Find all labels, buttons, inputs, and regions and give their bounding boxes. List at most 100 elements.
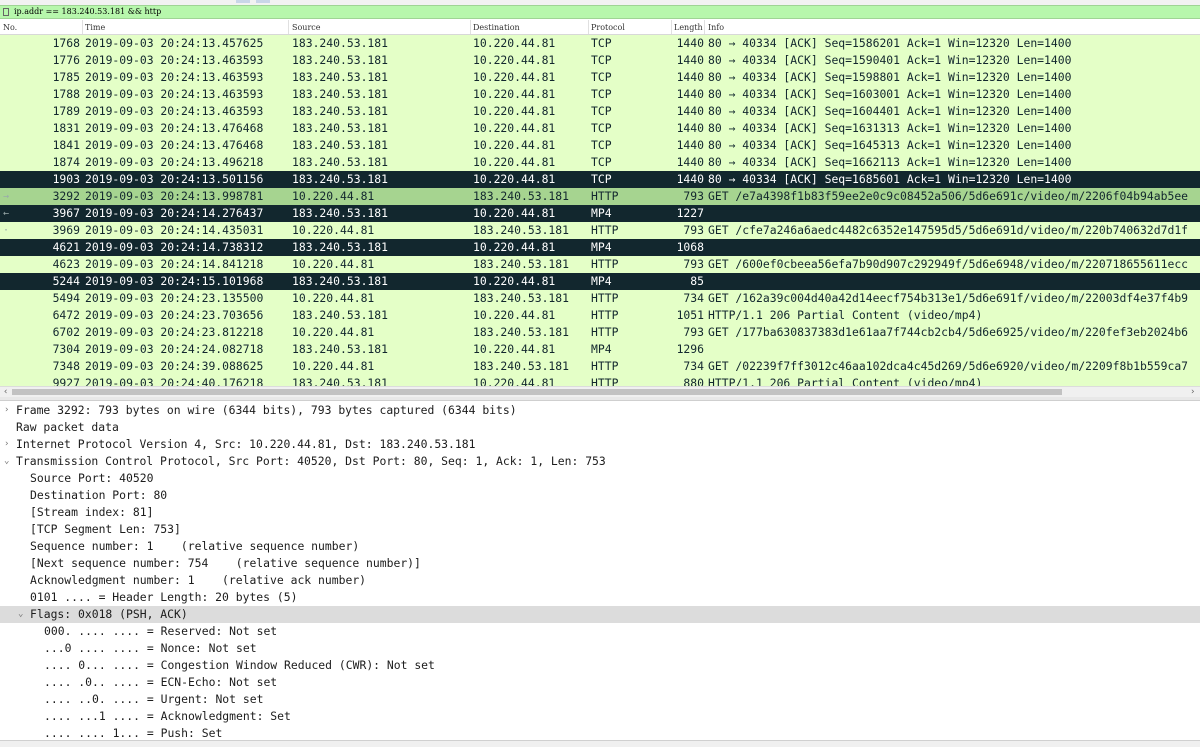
packet-no-cell: 9927 <box>52 376 80 386</box>
packet-no-cell: 4623 <box>52 257 80 271</box>
column-header-no[interactable]: No. <box>3 23 17 32</box>
bookmark-icon[interactable] <box>3 8 9 16</box>
detail-tree-item[interactable]: › Internet Protocol Version 4, Src: 10.22… <box>0 436 1200 453</box>
packet-row[interactable]: 1903 2019-09-03 20:24:13.501156 183.240.53… <box>0 171 1200 188</box>
scrollbar-thumb[interactable] <box>12 389 1062 395</box>
packet-info-cell: 80 → 40334 [ACK] Seq=1603001 Ack=1 Win=1… <box>708 87 1072 101</box>
packet-time-cell: 2019-09-03 20:24:13.463593 <box>85 53 264 67</box>
packet-info-cell: 80 → 40334 [ACK] Seq=1645313 Ack=1 Win=1… <box>708 138 1072 152</box>
scroll-left-icon[interactable]: ‹ <box>3 387 8 397</box>
detail-tree-item[interactable]: .... .0.. .... = ECN-Echo: Not set <box>0 674 1200 691</box>
detail-tree-text: [Next sequence number: 754 (relative seq… <box>30 556 421 570</box>
packet-row[interactable]: 7304 2019-09-03 20:24:24.082718 183.240.53… <box>0 341 1200 358</box>
collapse-arrow-icon[interactable]: › <box>4 402 9 419</box>
collapse-arrow-icon[interactable]: › <box>4 436 9 453</box>
packet-row[interactable]: 6702 2019-09-03 20:24:23.812218 10.220.44.… <box>0 324 1200 341</box>
detail-tree-item[interactable]: Raw packet data <box>0 419 1200 436</box>
detail-tree-item[interactable]: ⌄ Transmission Control Protocol, Src Port… <box>0 453 1200 470</box>
detail-tree-item[interactable]: .... .... 1... = Push: Set <box>0 725 1200 740</box>
column-header-info[interactable]: Info <box>708 23 724 32</box>
column-header-protocol[interactable]: Protocol <box>591 23 625 32</box>
packet-time-cell: 2019-09-03 20:24:23.135500 <box>85 291 264 305</box>
packet-time-cell: 2019-09-03 20:24:23.703656 <box>85 308 264 322</box>
packet-destination-cell: 183.240.53.181 <box>473 223 570 237</box>
packet-row[interactable]: ← 3967 2019-09-03 20:24:14.276437 183.240.5… <box>0 205 1200 222</box>
packet-row[interactable]: · 3969 2019-09-03 20:24:14.435031 10.220.44… <box>0 222 1200 239</box>
detail-tree-item[interactable]: Source Port: 40520 <box>0 470 1200 487</box>
packet-time-cell: 2019-09-03 20:24:40.176218 <box>85 376 264 386</box>
detail-tree-item[interactable]: Sequence number: 1 (relative sequence nu… <box>0 538 1200 555</box>
detail-tree-item[interactable]: 000. .... .... = Reserved: Not set <box>0 623 1200 640</box>
display-filter-input[interactable]: ip.addr == 183.240.53.181 && http <box>14 7 161 16</box>
column-header-destination[interactable]: Destination <box>473 23 520 32</box>
detail-tree-item[interactable]: Acknowledgment number: 1 (relative ack n… <box>0 572 1200 589</box>
packet-info-cell: 80 → 40334 [ACK] Seq=1598801 Ack=1 Win=1… <box>708 70 1072 84</box>
packet-length-cell: 1440 <box>676 87 704 101</box>
toolbar-button[interactable] <box>256 0 270 3</box>
detail-tree-item[interactable]: ...0 .... .... = Nonce: Not set <box>0 640 1200 657</box>
packet-length-cell: 85 <box>690 274 704 288</box>
packet-details-tree[interactable]: › Frame 3292: 793 bytes on wire (6344 bit… <box>0 402 1200 740</box>
packet-no-cell: 1789 <box>52 104 80 118</box>
packet-row[interactable]: 7348 2019-09-03 20:24:39.088625 10.220.44.… <box>0 358 1200 375</box>
packet-time-cell: 2019-09-03 20:24:14.435031 <box>85 223 264 237</box>
column-header-time[interactable]: Time <box>85 23 105 32</box>
detail-tree-item[interactable]: .... 0... .... = Congestion Window Reduc… <box>0 657 1200 674</box>
packet-row[interactable]: 1841 2019-09-03 20:24:13.476468 183.240.53… <box>0 137 1200 154</box>
packet-destination-cell: 10.220.44.81 <box>473 121 556 135</box>
packet-destination-cell: 183.240.53.181 <box>473 359 570 373</box>
packet-row[interactable]: 1831 2019-09-03 20:24:13.476468 183.240.53… <box>0 120 1200 137</box>
expand-arrow-icon[interactable]: ⌄ <box>18 606 23 623</box>
packet-row[interactable]: 5244 2019-09-03 20:24:15.101968 183.240.53… <box>0 273 1200 290</box>
pane-splitter[interactable] <box>0 397 1200 401</box>
packet-destination-cell: 10.220.44.81 <box>473 70 556 84</box>
horizontal-scrollbar[interactable]: ‹ › <box>0 386 1200 397</box>
packet-no-cell: 1785 <box>52 70 80 84</box>
packet-list[interactable]: 1768 2019-09-03 20:24:13.457625 183.240.53… <box>0 35 1200 386</box>
packet-source-cell: 183.240.53.181 <box>292 172 389 186</box>
column-header-source[interactable]: Source <box>292 23 321 32</box>
packet-row[interactable]: 1785 2019-09-03 20:24:13.463593 183.240.53… <box>0 69 1200 86</box>
packet-row[interactable]: 6472 2019-09-03 20:24:23.703656 183.240.53… <box>0 307 1200 324</box>
detail-tree-item[interactable]: Destination Port: 80 <box>0 487 1200 504</box>
packet-row[interactable]: 1788 2019-09-03 20:24:13.463593 183.240.53… <box>0 86 1200 103</box>
packet-destination-cell: 10.220.44.81 <box>473 87 556 101</box>
packet-protocol-cell: TCP <box>591 36 612 50</box>
detail-tree-item[interactable]: ⌄ Flags: 0x018 (PSH, ACK) <box>0 606 1200 623</box>
packet-destination-cell: 10.220.44.81 <box>473 172 556 186</box>
detail-tree-item[interactable]: [Stream index: 81] <box>0 504 1200 521</box>
detail-tree-text: Frame 3292: 793 bytes on wire (6344 bits… <box>16 403 517 417</box>
packet-row[interactable]: 4623 2019-09-03 20:24:14.841218 10.220.44.… <box>0 256 1200 273</box>
toolbar-button[interactable] <box>236 0 250 3</box>
packet-row[interactable]: → 3292 2019-09-03 20:24:13.998781 10.220.44… <box>0 188 1200 205</box>
display-filter-bar[interactable]: ip.addr == 183.240.53.181 && http <box>0 5 1200 19</box>
packet-list-header: No. Time Source Destination Protocol Len… <box>0 20 1200 35</box>
detail-tree-item[interactable]: [TCP Segment Len: 753] <box>0 521 1200 538</box>
packet-source-cell: 10.220.44.81 <box>292 223 375 237</box>
packet-row[interactable]: 1874 2019-09-03 20:24:13.496218 183.240.53… <box>0 154 1200 171</box>
packet-info-cell: 80 → 40334 [ACK] Seq=1586201 Ack=1 Win=1… <box>708 36 1072 50</box>
expand-arrow-icon[interactable]: ⌄ <box>4 453 9 470</box>
packet-row[interactable]: 1789 2019-09-03 20:24:13.463593 183.240.53… <box>0 103 1200 120</box>
detail-tree-text: .... .... 1... = Push: Set <box>44 726 223 740</box>
packet-destination-cell: 10.220.44.81 <box>473 36 556 50</box>
packet-destination-cell: 10.220.44.81 <box>473 53 556 67</box>
packet-destination-cell: 10.220.44.81 <box>473 155 556 169</box>
detail-tree-item[interactable]: › Frame 3292: 793 bytes on wire (6344 bit… <box>0 402 1200 419</box>
packet-source-cell: 183.240.53.181 <box>292 308 389 322</box>
packet-row[interactable]: 1768 2019-09-03 20:24:13.457625 183.240.53… <box>0 35 1200 52</box>
detail-tree-item[interactable]: .... ...1 .... = Acknowledgment: Set <box>0 708 1200 725</box>
packet-row[interactable]: 1776 2019-09-03 20:24:13.463593 183.240.53… <box>0 52 1200 69</box>
detail-tree-item[interactable]: [Next sequence number: 754 (relative seq… <box>0 555 1200 572</box>
detail-tree-item[interactable]: .... ..0. .... = Urgent: Not set <box>0 691 1200 708</box>
packet-row[interactable]: 5494 2019-09-03 20:24:23.135500 10.220.44.… <box>0 290 1200 307</box>
packet-row[interactable]: 4621 2019-09-03 20:24:14.738312 183.240.53… <box>0 239 1200 256</box>
detail-tree-item[interactable]: 0101 .... = Header Length: 20 bytes (5) <box>0 589 1200 606</box>
packet-row[interactable]: 9927 2019-09-03 20:24:40.176218 183.240.53… <box>0 375 1200 386</box>
packet-no-cell: 3969 <box>52 223 80 237</box>
packet-protocol-cell: HTTP <box>591 189 619 203</box>
packet-info-cell: GET /177ba630837383d1e61aa7f744cb2cb4/5d… <box>708 325 1189 339</box>
column-header-length[interactable]: Length <box>674 23 703 32</box>
scroll-right-icon[interactable]: › <box>1190 387 1195 397</box>
packet-length-cell: 1440 <box>676 121 704 135</box>
